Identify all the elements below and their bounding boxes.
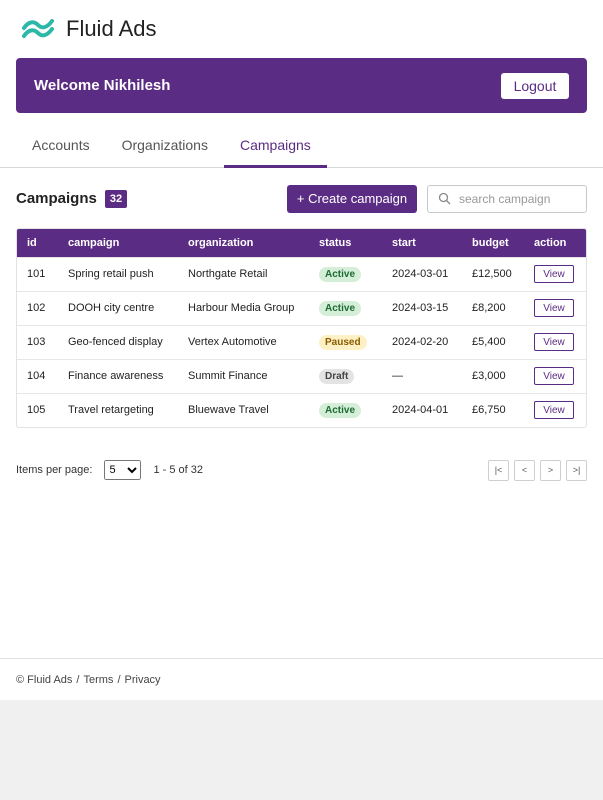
cell-start: — bbox=[382, 358, 462, 393]
campaigns-toolbar: Campaigns 32 + Create campaign bbox=[0, 169, 603, 228]
cell-status: Draft bbox=[309, 358, 382, 393]
create-campaign-button[interactable]: + Create campaign bbox=[287, 184, 417, 213]
cell-action: View bbox=[524, 324, 586, 359]
column-header-budget[interactable]: budget bbox=[462, 229, 524, 257]
view-button[interactable]: View bbox=[534, 367, 574, 385]
view-button[interactable]: View bbox=[534, 299, 574, 317]
welcome-banner: Welcome Nikhilesh Logout bbox=[16, 58, 587, 113]
items-per-page-select[interactable]: 5 bbox=[104, 460, 142, 480]
column-header-start[interactable]: start bbox=[382, 229, 462, 257]
cell-organization: Northgate Retail bbox=[178, 256, 309, 291]
cell-budget: £3,000 bbox=[462, 358, 524, 393]
cell-organization: Summit Finance bbox=[178, 358, 309, 393]
cell-budget: £6,750 bbox=[462, 392, 524, 427]
cell-organization: Bluewave Travel bbox=[178, 392, 309, 427]
cell-id: 105 bbox=[17, 392, 58, 427]
welcome-text: Welcome Nikhilesh bbox=[34, 77, 171, 94]
column-header-organization[interactable]: organization bbox=[178, 229, 309, 257]
paginator: Items per page: 5 1 - 5 of 32 |< < > >| bbox=[0, 458, 603, 482]
view-button[interactable]: View bbox=[534, 401, 574, 420]
cell-action: View bbox=[524, 358, 586, 393]
cell-start: 2024-03-15 bbox=[382, 290, 462, 325]
cell-start: 2024-04-01 bbox=[382, 392, 462, 427]
tab-campaigns[interactable]: Campaigns bbox=[223, 113, 327, 168]
cell-budget: £5,400 bbox=[462, 324, 524, 359]
cell-campaign: Spring retail push bbox=[58, 256, 178, 291]
items-per-page-label: Items per page: bbox=[16, 464, 93, 476]
cell-campaign: Travel retargeting bbox=[58, 392, 178, 427]
page: Fluid Ads Welcome Nikhilesh Logout Accou… bbox=[0, 0, 603, 700]
cell-action: View bbox=[524, 256, 586, 291]
cell-campaign: Finance awareness bbox=[58, 358, 178, 393]
cell-organization: Harbour Media Group bbox=[178, 290, 309, 325]
cell-budget: £12,500 bbox=[462, 256, 524, 291]
terms-link[interactable]: Terms bbox=[83, 674, 113, 686]
column-header-id[interactable]: id bbox=[17, 229, 58, 257]
cell-id: 103 bbox=[17, 324, 58, 359]
footer: © Fluid Ads / Terms / Privacy bbox=[0, 658, 603, 700]
cell-status: Active bbox=[309, 290, 382, 325]
app-header: Fluid Ads bbox=[0, 0, 603, 58]
status-badge: Active bbox=[319, 266, 362, 282]
search-icon bbox=[438, 192, 451, 205]
first-page-button[interactable]: |< bbox=[488, 459, 509, 481]
view-button[interactable]: View bbox=[534, 333, 574, 351]
campaigns-table: id campaign organization status start bu… bbox=[16, 228, 587, 428]
column-header-campaign[interactable]: campaign bbox=[58, 229, 178, 257]
main-tabs: Accounts Organizations Campaigns bbox=[0, 113, 603, 168]
campaign-count-badge: 32 bbox=[104, 189, 128, 208]
page-range-text: 1 - 5 of 32 bbox=[153, 464, 203, 476]
tab-organizations[interactable]: Organizations bbox=[106, 113, 224, 167]
last-page-button[interactable]: >| bbox=[566, 459, 587, 481]
footer-separator: / bbox=[76, 673, 80, 686]
column-header-action: action bbox=[534, 236, 567, 249]
cell-campaign: DOOH city centre bbox=[58, 290, 178, 325]
cell-start: 2024-03-01 bbox=[382, 256, 462, 291]
copyright-text: © Fluid Ads bbox=[16, 673, 73, 686]
status-badge: Paused bbox=[319, 334, 367, 350]
cell-budget: £8,200 bbox=[462, 290, 524, 325]
privacy-link[interactable]: Privacy bbox=[125, 674, 161, 686]
column-header-status[interactable]: status bbox=[309, 229, 382, 257]
next-page-button[interactable]: > bbox=[540, 459, 561, 481]
brand-name: Fluid Ads bbox=[66, 16, 157, 41]
cell-campaign: Geo-fenced display bbox=[58, 324, 178, 359]
view-button[interactable]: View bbox=[534, 265, 574, 283]
footer-separator: / bbox=[117, 673, 121, 686]
table-row: 101 Spring retail push Northgate Retail … bbox=[17, 256, 586, 291]
cell-id: 104 bbox=[17, 358, 58, 393]
prev-page-button[interactable]: < bbox=[514, 459, 535, 481]
cell-id: 101 bbox=[17, 256, 58, 291]
table-header-row: id campaign organization status start bu… bbox=[17, 229, 586, 257]
cell-start: 2024-02-20 bbox=[382, 324, 462, 359]
status-badge: Active bbox=[319, 300, 362, 316]
logout-button[interactable]: Logout bbox=[501, 72, 569, 99]
fluid-ads-logo-icon bbox=[22, 19, 54, 38]
cell-action: View bbox=[524, 290, 586, 325]
cell-id: 102 bbox=[17, 290, 58, 325]
page-nav-buttons: |< < > >| bbox=[488, 459, 587, 481]
cell-action: View bbox=[524, 392, 586, 427]
status-badge: Active bbox=[319, 402, 362, 418]
table-row: 103 Geo-fenced display Vertex Automotive… bbox=[17, 324, 586, 359]
table-row: 104 Finance awareness Summit Finance Dra… bbox=[17, 358, 586, 393]
status-badge: Draft bbox=[319, 368, 355, 384]
cell-status: Paused bbox=[309, 324, 382, 359]
table-row: 102 DOOH city centre Harbour Media Group… bbox=[17, 290, 586, 325]
cell-status: Active bbox=[309, 392, 382, 427]
cell-status: Active bbox=[309, 256, 382, 291]
section-title: Campaigns bbox=[16, 190, 97, 207]
search-box[interactable] bbox=[427, 184, 587, 213]
table-row: 105 Travel retargeting Bluewave Travel A… bbox=[17, 392, 586, 427]
cell-organization: Vertex Automotive bbox=[178, 324, 309, 359]
tab-accounts[interactable]: Accounts bbox=[16, 113, 106, 167]
search-input[interactable] bbox=[459, 191, 579, 206]
